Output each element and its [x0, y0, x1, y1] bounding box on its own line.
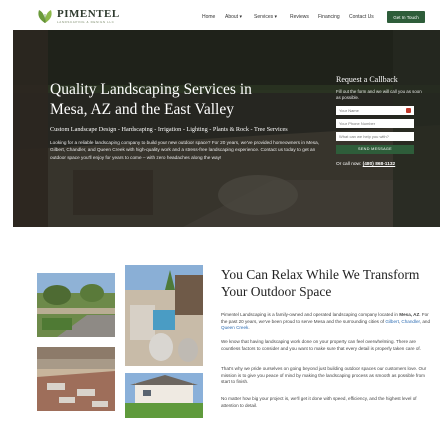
nav-home[interactable]: Home [202, 14, 215, 20]
callback-form: Request a Callback Fill out the form and… [336, 75, 426, 167]
lawn-house-photo [125, 373, 203, 418]
logo-name: PIMENTEL [57, 7, 120, 20]
p1-text-a: Pimentel Landscaping is a family-owned a… [221, 312, 398, 317]
call-now-label: Or call now: [336, 161, 362, 167]
hero-section: Quality Landscaping Services in Mesa, AZ… [13, 30, 440, 227]
message-input[interactable]: What can we help you with? [336, 131, 414, 141]
logo-tagline: LANDSCAPING & DESIGN LLC [57, 19, 115, 24]
callback-title: Request a Callback [336, 75, 398, 84]
pavers-photo [37, 347, 115, 411]
name-input[interactable]: Your Name [336, 105, 414, 115]
get-in-touch-button[interactable]: Get In Touch [387, 11, 425, 23]
nav-services[interactable]: Services ▾ [254, 14, 277, 20]
backyard-photo-1 [37, 273, 115, 337]
nav-about[interactable]: About ▾ [225, 14, 242, 20]
required-field-icon [406, 107, 411, 113]
message-placeholder: What can we help you with? [339, 133, 389, 139]
leaf-logo-icon [38, 10, 52, 23]
name-placeholder: Your Name [339, 107, 359, 113]
p1-and: , and [419, 318, 431, 324]
relax-section-title: You Can Relax While We Transform Your Ou… [221, 267, 420, 299]
link-queen-creek[interactable]: Queen Creek [221, 325, 248, 330]
p1-location: Mesa, AZ [399, 312, 420, 317]
phone-link[interactable]: (480) 868-1132 [363, 162, 396, 167]
relax-paragraph-3: That's why we pride ourselves on going b… [221, 366, 427, 385]
phone-input[interactable]: Your Phone Number [336, 118, 414, 128]
relax-paragraph-4: No matter how big your project is, we'll… [221, 396, 417, 408]
p1-comma: , [398, 318, 401, 324]
call-now-line: Or call now: (480) 868-1132 [336, 162, 426, 167]
p1-period: . [248, 325, 250, 331]
page: PIMENTEL LANDSCAPING & DESIGN LLC Home A… [0, 0, 440, 438]
phone-placeholder: Your Phone Number [339, 120, 376, 126]
link-chandler[interactable]: Chandler [401, 319, 419, 324]
pool-landscape-photo [125, 265, 203, 366]
hero-title: Quality Landscaping Services in Mesa, AZ… [50, 81, 252, 118]
link-gilbert[interactable]: Gilbert [385, 319, 399, 324]
hero-services-line: Custom Landscape Design - Hardscaping - … [50, 126, 288, 133]
nav-financing[interactable]: Financing [318, 14, 340, 20]
nav-contact[interactable]: Contact Us [349, 14, 374, 20]
callback-description: Fill out the form and we will call you a… [336, 89, 422, 101]
send-message-button[interactable]: SEND MESSAGE [336, 144, 414, 154]
site-header: PIMENTEL LANDSCAPING & DESIGN LLC Home A… [0, 0, 440, 32]
relax-paragraph-2: We know that having landscaping work don… [221, 339, 421, 351]
nav-reviews[interactable]: Reviews [290, 14, 309, 20]
relax-paragraph-1: Pimentel Landscaping is a family-owned a… [221, 312, 431, 332]
logo[interactable]: PIMENTEL LANDSCAPING & DESIGN LLC [36, 8, 120, 24]
hero-description: Looking for a reliable landscaping compa… [50, 140, 320, 160]
